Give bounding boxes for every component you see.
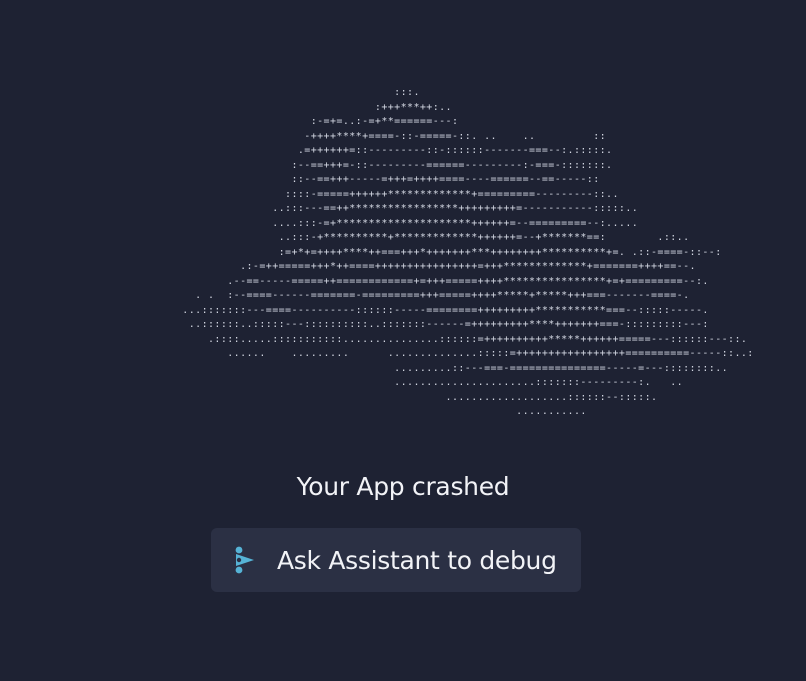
crash-screen: :::. :+++***++:.. :-=+=..:-=+**======---… [0,0,806,681]
debug-button-label: Ask Assistant to debug [277,545,557,575]
assistant-icon [235,546,254,574]
ask-assistant-debug-button[interactable]: Ask Assistant to debug [211,528,581,592]
ascii-art-illustration: :::. :+++***++:.. :-=+=..:-=+**======---… [182,87,754,417]
crash-message: Your App crashed [296,472,510,501]
